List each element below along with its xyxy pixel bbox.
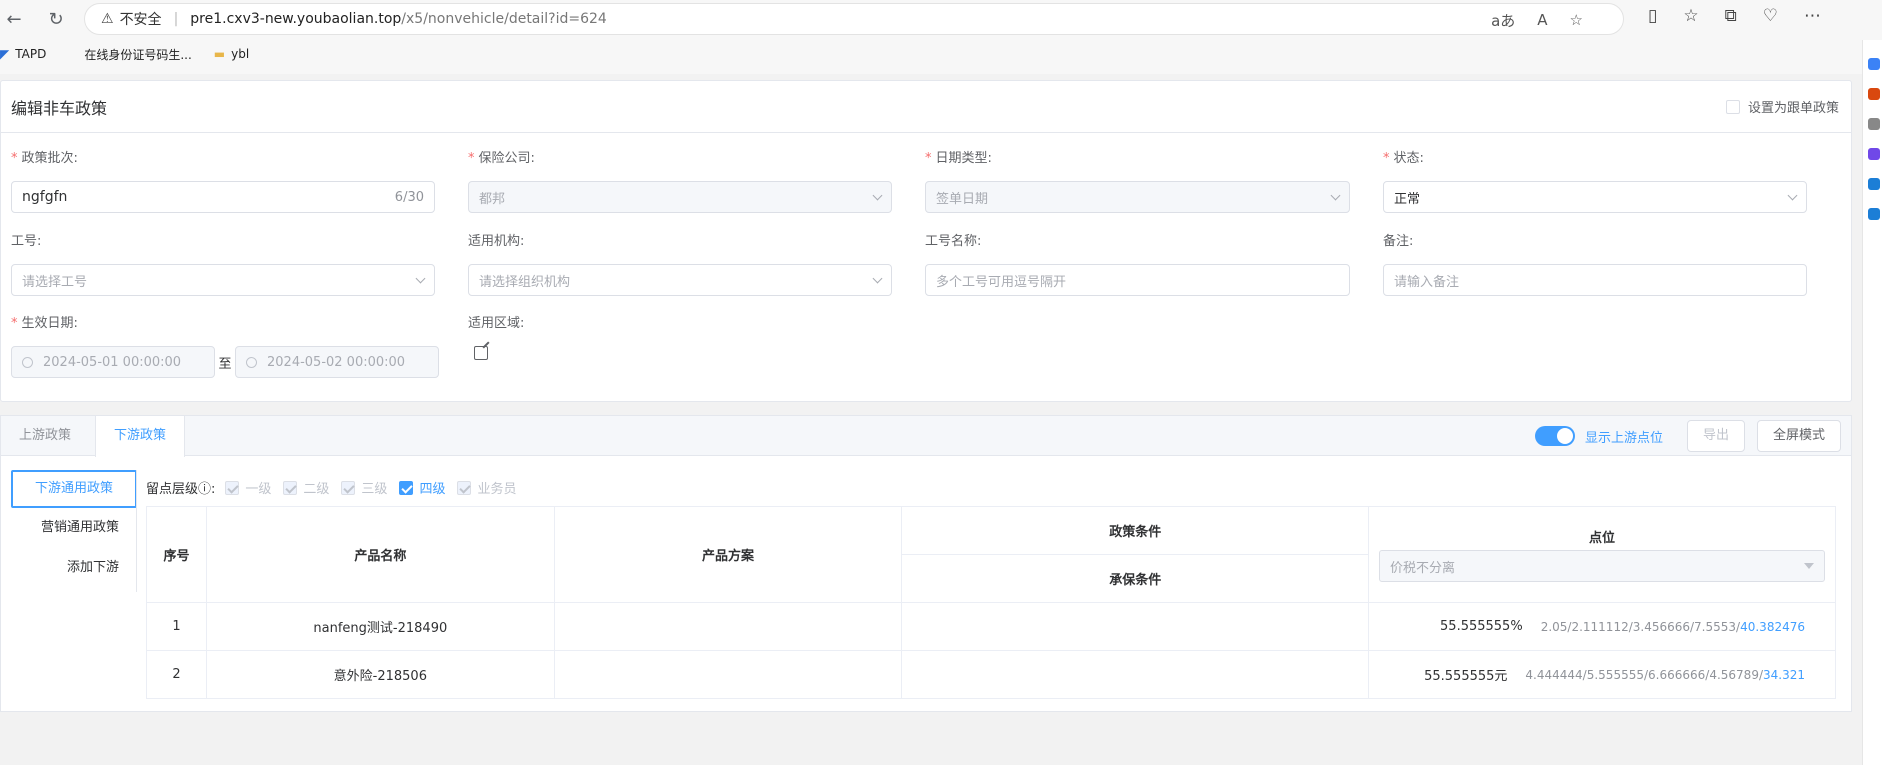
level-checkbox-1[interactable]: 一级 (225, 478, 271, 497)
read-aloud-icon[interactable]: A (1537, 11, 1547, 29)
tab-downstream-policy[interactable]: 下游政策 (95, 416, 186, 457)
sidebar-app-icon[interactable] (1868, 88, 1880, 100)
org-field: 适用机构: 请选择组织机构 (468, 232, 892, 296)
insurer-select[interactable]: 都邦 (468, 181, 892, 213)
header-underwrite-condition: 承保条件 (901, 554, 1370, 603)
clock-icon (246, 356, 257, 368)
effective-date-field: * 生效日期: 2024-05-01 00:00:00 至 2024-05-02 … (11, 314, 451, 378)
level-checkbox-4[interactable]: 四级 (399, 478, 445, 497)
chevron-down-icon (872, 273, 883, 283)
date-type-select[interactable]: 签单日期 (925, 181, 1350, 213)
back-icon[interactable]: ← (0, 6, 28, 34)
policy-section: 上游政策 下游政策 显示上游点位 导出 全屏模式 下游通用政策 营销通用政策 添… (0, 415, 1852, 712)
job-no-field: 工号: 请选择工号 (11, 232, 435, 296)
start-date-input[interactable]: 2024-05-01 00:00:00 (11, 346, 215, 378)
job-name-input[interactable]: 多个工号可用逗号隔开 (925, 264, 1350, 296)
tab-upstream-policy[interactable]: 上游政策 (1, 416, 89, 456)
export-button[interactable]: 导出 (1686, 420, 1745, 452)
address-bar[interactable]: ⚠ 不安全 | pre1.cxv3-new.youbaolian.top /x5… (84, 3, 1624, 35)
menu-add-downstream[interactable]: 添加下游 (11, 548, 137, 588)
favorite-star-icon[interactable]: ☆ (1570, 11, 1583, 29)
url-host: pre1.cxv3-new.youbaolian.top (190, 11, 402, 27)
org-select[interactable]: 请选择组织机构 (468, 264, 892, 296)
chevron-down-icon (1787, 190, 1798, 200)
show-upstream-switch[interactable] (1534, 426, 1575, 446)
status-field: * 状态: 正常 (1383, 149, 1807, 213)
table-row: 2 意外险-218506 55.555555元 4.444444/5.555555… (146, 650, 1836, 699)
bookmark-ybl[interactable]: ▬ ybl (214, 47, 249, 61)
more-icon[interactable]: ⋯ (1804, 6, 1821, 26)
chevron-down-icon (872, 190, 883, 200)
date-type-field: * 日期类型: 签单日期 (925, 149, 1350, 213)
level-checkbox-2[interactable]: 二级 (283, 478, 329, 497)
end-date-input[interactable]: 2024-05-02 00:00:00 (235, 346, 439, 378)
table-row: 1 nanfeng测试-218490 55.555555% 2.05/2.1111… (146, 602, 1836, 651)
levels-label: 留点层级ⓘ: (146, 482, 216, 497)
region-field: 适用区域: (468, 314, 668, 364)
sidebar-app-icon[interactable] (1868, 58, 1880, 70)
remark-field: 备注: 请输入备注 (1383, 232, 1807, 296)
split-screen-icon[interactable]: ▯ (1648, 6, 1657, 26)
favorites-icon[interactable]: ☆ (1683, 6, 1698, 26)
edit-policy-card: 编辑非车政策 设置为跟单政策 * 政策批次: ngfgfn 6/30 * 保险公司: … (0, 80, 1852, 402)
caret-down-icon (1804, 563, 1814, 569)
refresh-icon[interactable]: ↻ (42, 6, 70, 34)
bookmark-id-generator[interactable]: 在线身份证号码生... (68, 46, 191, 63)
job-no-select[interactable]: 请选择工号 (11, 264, 435, 296)
status-select[interactable]: 正常 (1383, 181, 1807, 213)
sidebar-app-icon[interactable] (1868, 118, 1880, 130)
follow-policy-checkbox[interactable]: 设置为跟单政策 (1725, 97, 1839, 116)
clock-icon (22, 356, 33, 368)
sidebar-app-icon[interactable] (1868, 148, 1880, 160)
chevron-down-icon (1330, 190, 1341, 200)
menu-downstream-general[interactable]: 下游通用政策 (11, 470, 137, 508)
header-policy-condition: 政策条件 (901, 506, 1370, 555)
tapd-icon: ◤ (0, 47, 10, 61)
policy-table: 序号 产品名称 产品方案 政策条件 点位 价税不分离 承保条件 1 nanfen… (146, 506, 1836, 699)
insurer-field: * 保险公司: 都邦 (468, 149, 892, 213)
policy-tabs: 上游政策 下游政策 显示上游点位 导出 全屏模式 (1, 416, 1851, 457)
header-product: 产品名称 (205, 506, 555, 603)
bookmark-tapd[interactable]: ◤ TAPD (0, 47, 46, 61)
bookmarks-bar: ◤ TAPD 在线身份证号码生... ▬ ybl (0, 42, 271, 66)
edit-icon[interactable] (474, 346, 488, 360)
show-upstream-label: 显示上游点位 (1584, 430, 1663, 446)
page-title: 编辑非车政策 (11, 98, 108, 118)
page: 编辑非车政策 设置为跟单政策 * 政策批次: ngfgfn 6/30 * 保险公司: … (0, 74, 1862, 765)
level-checkbox-3[interactable]: 三级 (341, 478, 387, 497)
batch-input[interactable]: ngfgfn 6/30 (11, 181, 435, 213)
warning-icon: ⚠ (101, 11, 114, 27)
folder-icon: ▬ (213, 47, 226, 61)
remark-input[interactable]: 请输入备注 (1383, 264, 1807, 296)
sidebar-app-icon[interactable] (1868, 208, 1880, 220)
browser-chrome: ← ↻ ⚠ 不安全 | pre1.cxv3-new.youbaolian.top… (0, 0, 1882, 74)
tax-mode-select[interactable]: 价税不分离 (1379, 550, 1825, 582)
level-checkbox-salesman[interactable]: 业务员 (457, 478, 516, 497)
translate-icon[interactable]: aあ (1491, 10, 1515, 31)
header-points: 点位 价税不分离 (1368, 506, 1836, 603)
level-checkboxes: 留点层级ⓘ: 一级 二级 三级 四级 业务员 (146, 478, 528, 497)
menu-marketing-general[interactable]: 营销通用政策 (11, 508, 137, 548)
fullscreen-button[interactable]: 全屏模式 (1756, 420, 1841, 452)
batch-field: * 政策批次: ngfgfn 6/30 (11, 149, 435, 213)
header-plan: 产品方案 (553, 506, 903, 603)
collections-icon[interactable]: ⧉ (1725, 6, 1737, 26)
url-path: /x5/nonvehicle/detail?id=624 (401, 11, 607, 27)
sidebar-app-icon[interactable] (1868, 178, 1880, 190)
chevron-down-icon (415, 273, 426, 283)
insecure-label: 不安全 (119, 12, 162, 28)
job-name-field: 工号名称: 多个工号可用逗号隔开 (925, 232, 1350, 296)
header-index: 序号 (146, 506, 207, 603)
browser-essentials-icon[interactable]: ♡ (1763, 6, 1778, 26)
browser-sidebar (1862, 40, 1882, 765)
downstream-menu: 下游通用政策 营销通用政策 添加下游 (11, 470, 137, 588)
